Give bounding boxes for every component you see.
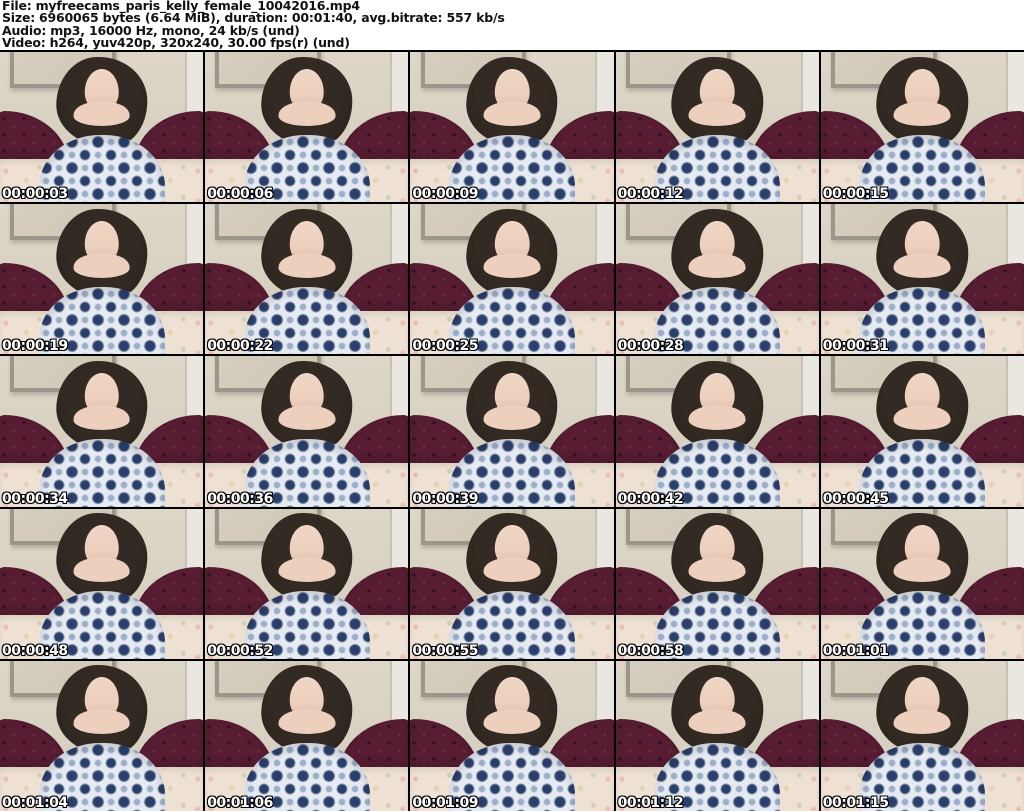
person-chest [278,253,336,278]
video-thumbnail: 00:01:09 [410,660,614,811]
thumbnail-grid: 00:00:03 00:00:06 00:00:09 00:00:12 00:0… [0,50,1024,811]
person-chest [893,710,951,735]
timestamp-label: 00:01:09 [412,794,479,811]
video-label: Video: [2,35,46,50]
person-chest [483,405,541,430]
contact-sheet: File: myfreecams_paris_kelly_female_10042… [0,0,1024,811]
video-thumbnail: 00:00:22 [205,204,409,355]
video-thumbnail: 00:00:39 [410,356,614,507]
timestamp-label: 00:01:12 [617,794,684,811]
metadata-line-video: Video: h264, yuv420p, 320x240, 30.00 fps(… [2,35,1024,50]
person-chest [278,710,336,735]
person-chest [483,558,541,583]
video-thumbnail: 00:00:36 [205,356,409,507]
person-chest [688,101,746,126]
video-thumbnail: 00:00:09 [410,52,614,203]
person-chest [688,405,746,430]
timestamp-label: 00:00:52 [207,642,273,659]
person-chest [73,710,131,735]
timestamp-label: 00:01:01 [822,642,889,659]
timestamp-label: 00:00:48 [2,642,68,659]
person-chest [73,253,131,278]
person-chest [73,405,131,430]
video-thumbnail: 00:00:25 [410,204,614,355]
timestamp-label: 00:00:06 [207,186,273,203]
video-thumbnail: 00:00:58 [615,508,819,659]
person-chest [278,558,336,583]
person-chest [483,253,541,278]
timestamp-label: 00:00:03 [2,186,68,203]
video-thumbnail: 00:00:06 [205,52,409,203]
video-thumbnail: 00:00:55 [410,508,614,659]
video-thumbnail: 00:00:19 [0,204,204,355]
timestamp-label: 00:00:31 [822,338,889,355]
timestamp-label: 00:00:58 [617,642,684,659]
file-info-header: File: myfreecams_paris_kelly_female_10042… [0,0,1024,50]
video-thumbnail: 00:00:48 [0,508,204,659]
person-chest [73,558,131,583]
timestamp-label: 00:00:25 [412,338,479,355]
person-chest [893,405,951,430]
video-thumbnail: 00:01:12 [615,660,819,811]
person-chest [73,101,131,126]
person-chest [688,710,746,735]
timestamp-label: 00:00:45 [822,490,889,507]
timestamp-label: 00:00:09 [412,186,479,203]
timestamp-label: 00:01:04 [2,794,68,811]
person-chest [688,558,746,583]
person-chest [688,253,746,278]
video-value: h264, yuv420p, 320x240, 30.00 fps(r) (un… [49,35,350,50]
video-thumbnail: 00:01:04 [0,660,204,811]
video-thumbnail: 00:00:28 [615,204,819,355]
timestamp-label: 00:00:36 [207,490,273,507]
person-chest [483,101,541,126]
video-thumbnail: 00:00:34 [0,356,204,507]
timestamp-label: 00:00:19 [2,338,68,355]
person-chest [893,101,951,126]
video-thumbnail: 00:01:01 [820,508,1024,659]
video-thumbnail: 00:00:42 [615,356,819,507]
video-thumbnail: 00:00:31 [820,204,1024,355]
timestamp-label: 00:00:12 [617,186,684,203]
person-chest [893,253,951,278]
timestamp-label: 00:01:06 [207,794,273,811]
timestamp-label: 00:00:34 [2,490,68,507]
timestamp-label: 00:00:55 [412,642,479,659]
timestamp-label: 00:00:15 [822,186,889,203]
timestamp-label: 00:00:28 [617,338,684,355]
person-chest [278,101,336,126]
person-chest [483,710,541,735]
timestamp-label: 00:00:39 [412,490,479,507]
video-thumbnail: 00:00:52 [205,508,409,659]
video-thumbnail: 00:00:12 [615,52,819,203]
video-thumbnail: 00:00:03 [0,52,204,203]
person-chest [278,405,336,430]
video-thumbnail: 00:01:15 [820,660,1024,811]
timestamp-label: 00:01:15 [822,794,889,811]
timestamp-label: 00:00:22 [207,338,273,355]
timestamp-label: 00:00:42 [617,490,684,507]
video-thumbnail: 00:00:45 [820,356,1024,507]
person-chest [893,558,951,583]
video-thumbnail: 00:01:06 [205,660,409,811]
video-thumbnail: 00:00:15 [820,52,1024,203]
